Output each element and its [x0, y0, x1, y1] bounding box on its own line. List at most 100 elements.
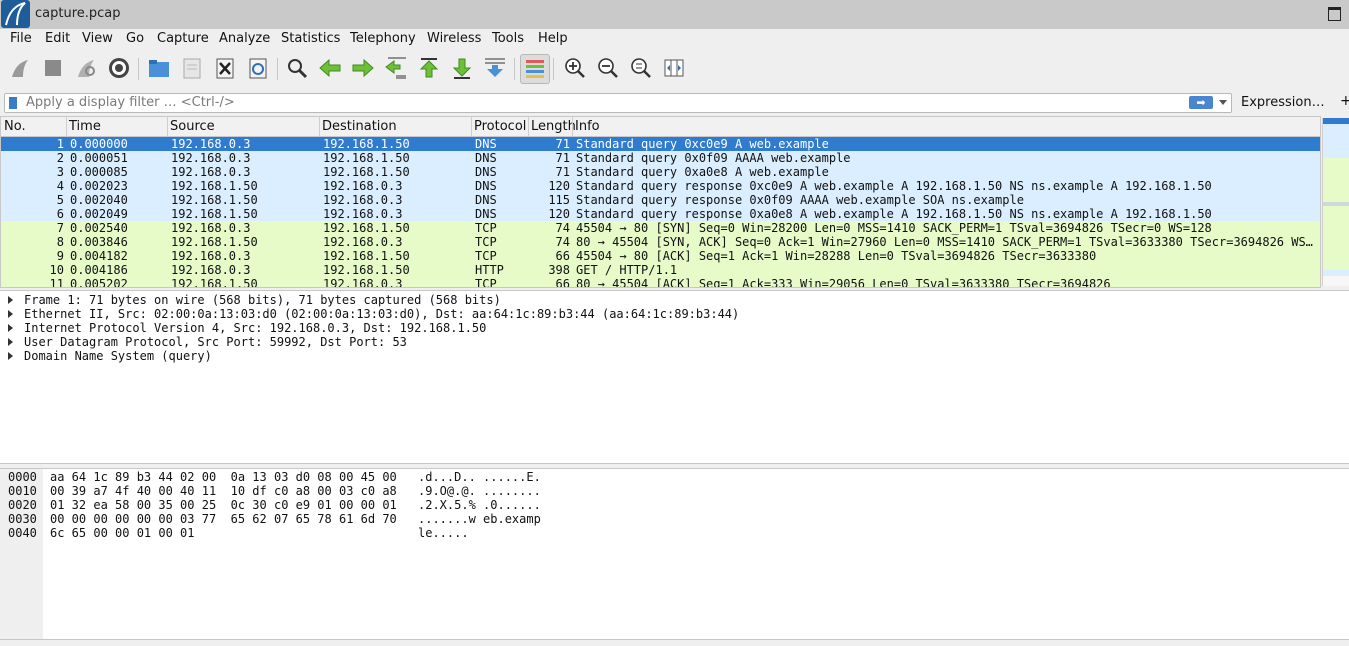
packet-row[interactable]: 5 0.002040 192.168.1.50 192.168.0.3 DNS 115 St… — [1, 193, 1320, 207]
stop-icon[interactable] — [39, 54, 67, 82]
detail-ipv4[interactable]: Internet Protocol Version 4, Src: 192.16… — [24, 321, 486, 335]
packet-cell-src: 192.168.0.3 — [171, 151, 251, 165]
packet-cell-no: 4 — [56, 179, 64, 193]
byte-ascii[interactable]: .d...D.. ......E. — [418, 470, 541, 484]
resize-columns-icon[interactable] — [660, 54, 688, 82]
zoom-in-icon[interactable] — [561, 54, 589, 82]
save-file-icon[interactable] — [178, 54, 206, 82]
detail-frame[interactable]: Frame 1: 71 bytes on wire (568 bits), 71… — [24, 293, 501, 307]
open-folder-icon[interactable] — [145, 54, 173, 82]
packet-row[interactable]: 6 0.002049 192.168.1.50 192.168.0.3 DNS 120 St… — [1, 207, 1320, 221]
maximize-icon[interactable] — [1328, 7, 1341, 21]
byte-hex[interactable]: 6c 65 00 00 01 00 01 — [50, 526, 195, 540]
packet-cell-dst: 192.168.0.3 — [323, 207, 403, 221]
packet-cell-time: 0.002040 — [70, 193, 128, 207]
menu-view[interactable]: View — [82, 31, 113, 46]
packet-cell-no: 6 — [56, 207, 64, 221]
col-header-no[interactable]: No. — [4, 119, 26, 134]
packet-row[interactable]: 1 0.000000 192.168.0.3 192.168.1.50 DNS 71 Sta… — [1, 137, 1320, 151]
col-header-time[interactable]: Time — [69, 119, 101, 134]
byte-ascii[interactable]: .2.X.5.% .0...... — [418, 498, 541, 512]
packet-row[interactable]: 3 0.000085 192.168.0.3 192.168.1.50 DNS 71 Sta… — [1, 165, 1320, 179]
packet-row[interactable]: 9 0.004182 192.168.0.3 192.168.1.50 TCP 66 455… — [1, 249, 1320, 263]
col-header-protocol[interactable]: Protocol — [474, 119, 526, 134]
go-first-icon[interactable] — [415, 54, 443, 82]
packet-minimap[interactable] — [1322, 118, 1349, 286]
menu-capture[interactable]: Capture — [157, 31, 209, 46]
go-last-icon[interactable] — [448, 54, 476, 82]
menu-help[interactable]: Help — [538, 31, 568, 46]
menu-analyze[interactable]: Analyze — [219, 31, 270, 46]
packet-row[interactable]: 10 0.004186 192.168.0.3 192.168.1.50 HTTP 398… — [1, 263, 1320, 277]
filter-placeholder: Apply a display filter … <Ctrl-/> — [26, 95, 235, 110]
autoscroll-icon[interactable] — [481, 54, 509, 82]
byte-hex[interactable]: aa 64 1c 89 b3 44 02 00 0a 13 03 d0 08 0… — [50, 470, 397, 484]
go-back-icon[interactable] — [316, 54, 344, 82]
close-file-icon[interactable] — [211, 54, 239, 82]
byte-ascii[interactable]: le..... — [418, 526, 469, 540]
display-filter-bar: Apply a display filter … <Ctrl-/> ➡ Expr… — [0, 90, 1349, 116]
expand-triangle-icon[interactable] — [8, 352, 13, 360]
packet-cell-proto: DNS — [475, 137, 497, 151]
packet-cell-dst: 192.168.1.50 — [323, 263, 410, 277]
packet-row[interactable]: 11 0.005202 192.168.1.50 192.168.0.3 TCP 66 80… — [1, 277, 1320, 287]
expression-button[interactable]: Expression… — [1241, 95, 1325, 110]
expand-triangle-icon[interactable] — [8, 310, 13, 318]
detail-dns[interactable]: Domain Name System (query) — [24, 349, 212, 363]
reload-icon[interactable] — [244, 54, 272, 82]
menu-go[interactable]: Go — [126, 31, 144, 46]
menu-telephony[interactable]: Telephony — [350, 31, 416, 46]
byte-hex[interactable]: 00 39 a7 4f 40 00 40 11 10 df c0 a8 00 0… — [50, 484, 397, 498]
packet-cell-dst: 192.168.1.50 — [323, 249, 410, 263]
byte-ascii[interactable]: .9.O@.@. ........ — [418, 484, 541, 498]
restart-icon[interactable] — [72, 54, 100, 82]
byte-hex[interactable]: 00 00 00 00 00 00 03 77 65 62 07 65 78 6… — [50, 512, 397, 526]
display-filter-input[interactable]: Apply a display filter … <Ctrl-/> ➡ — [4, 93, 1232, 113]
menu-tools[interactable]: Tools — [492, 31, 524, 46]
go-to-packet-icon[interactable] — [382, 54, 410, 82]
packet-cell-time: 0.002540 — [70, 221, 128, 235]
find-icon[interactable] — [283, 54, 311, 82]
options-gear-icon[interactable] — [105, 54, 133, 82]
packet-cell-src: 192.168.1.50 — [171, 235, 258, 249]
packet-row[interactable]: 7 0.002540 192.168.0.3 192.168.1.50 TCP 74 455… — [1, 221, 1320, 235]
col-header-length[interactable]: Length — [531, 119, 576, 134]
apply-filter-arrow-icon[interactable]: ➡ — [1189, 96, 1213, 109]
add-filter-button[interactable]: + — [1340, 93, 1349, 109]
packet-cell-len: 66 — [555, 249, 570, 263]
col-header-source[interactable]: Source — [170, 119, 215, 134]
packet-cell-time: 0.000000 — [70, 137, 128, 151]
window-title: capture.pcap — [35, 6, 121, 21]
packet-cell-no: 8 — [56, 235, 64, 249]
packet-row[interactable]: 2 0.000051 192.168.0.3 192.168.1.50 DNS 71 Sta… — [1, 151, 1320, 165]
detail-ethernet[interactable]: Ethernet II, Src: 02:00:0a:13:03:d0 (02:… — [24, 307, 739, 321]
zoom-out-icon[interactable] — [594, 54, 622, 82]
bookmark-icon[interactable] — [9, 97, 17, 109]
byte-ascii[interactable]: .......w eb.examp — [418, 512, 541, 526]
colorize-icon[interactable] — [520, 54, 550, 84]
packet-cell-no: 1 — [56, 137, 64, 151]
col-header-info[interactable]: Info — [575, 119, 600, 134]
shark-fin-start-icon[interactable] — [6, 54, 34, 82]
packet-cell-src: 192.168.1.50 — [171, 179, 258, 193]
packet-bytes: 0000 aa 64 1c 89 b3 44 02 00 0a 13 03 d0… — [0, 468, 1349, 640]
col-header-destination[interactable]: Destination — [322, 119, 397, 134]
expand-triangle-icon[interactable] — [8, 296, 13, 304]
menu-wireless[interactable]: Wireless — [427, 31, 481, 46]
menu-statistics[interactable]: Statistics — [281, 31, 340, 46]
packet-cell-len: 71 — [555, 137, 570, 151]
expand-triangle-icon[interactable] — [8, 324, 13, 332]
detail-udp[interactable]: User Datagram Protocol, Src Port: 59992,… — [24, 335, 407, 349]
menu-file[interactable]: File — [10, 31, 32, 46]
packet-cell-info: Standard query response 0xc0e9 A web.exa… — [576, 179, 1212, 193]
expand-triangle-icon[interactable] — [8, 338, 13, 346]
go-forward-icon[interactable] — [349, 54, 377, 82]
packet-row[interactable]: 8 0.003846 192.168.1.50 192.168.0.3 TCP 74 80 … — [1, 235, 1320, 249]
packet-details: Frame 1: 71 bytes on wire (568 bits), 71… — [0, 290, 1349, 464]
byte-hex[interactable]: 01 32 ea 58 00 35 00 25 0c 30 c0 e9 01 0… — [50, 498, 397, 512]
zoom-normal-icon[interactable] — [627, 54, 655, 82]
packet-row[interactable]: 4 0.002023 192.168.1.50 192.168.0.3 DNS 120 St… — [1, 179, 1320, 193]
menu-edit[interactable]: Edit — [45, 31, 70, 46]
chevron-down-icon[interactable] — [1219, 100, 1227, 105]
wireshark-logo-icon — [1, 0, 30, 28]
